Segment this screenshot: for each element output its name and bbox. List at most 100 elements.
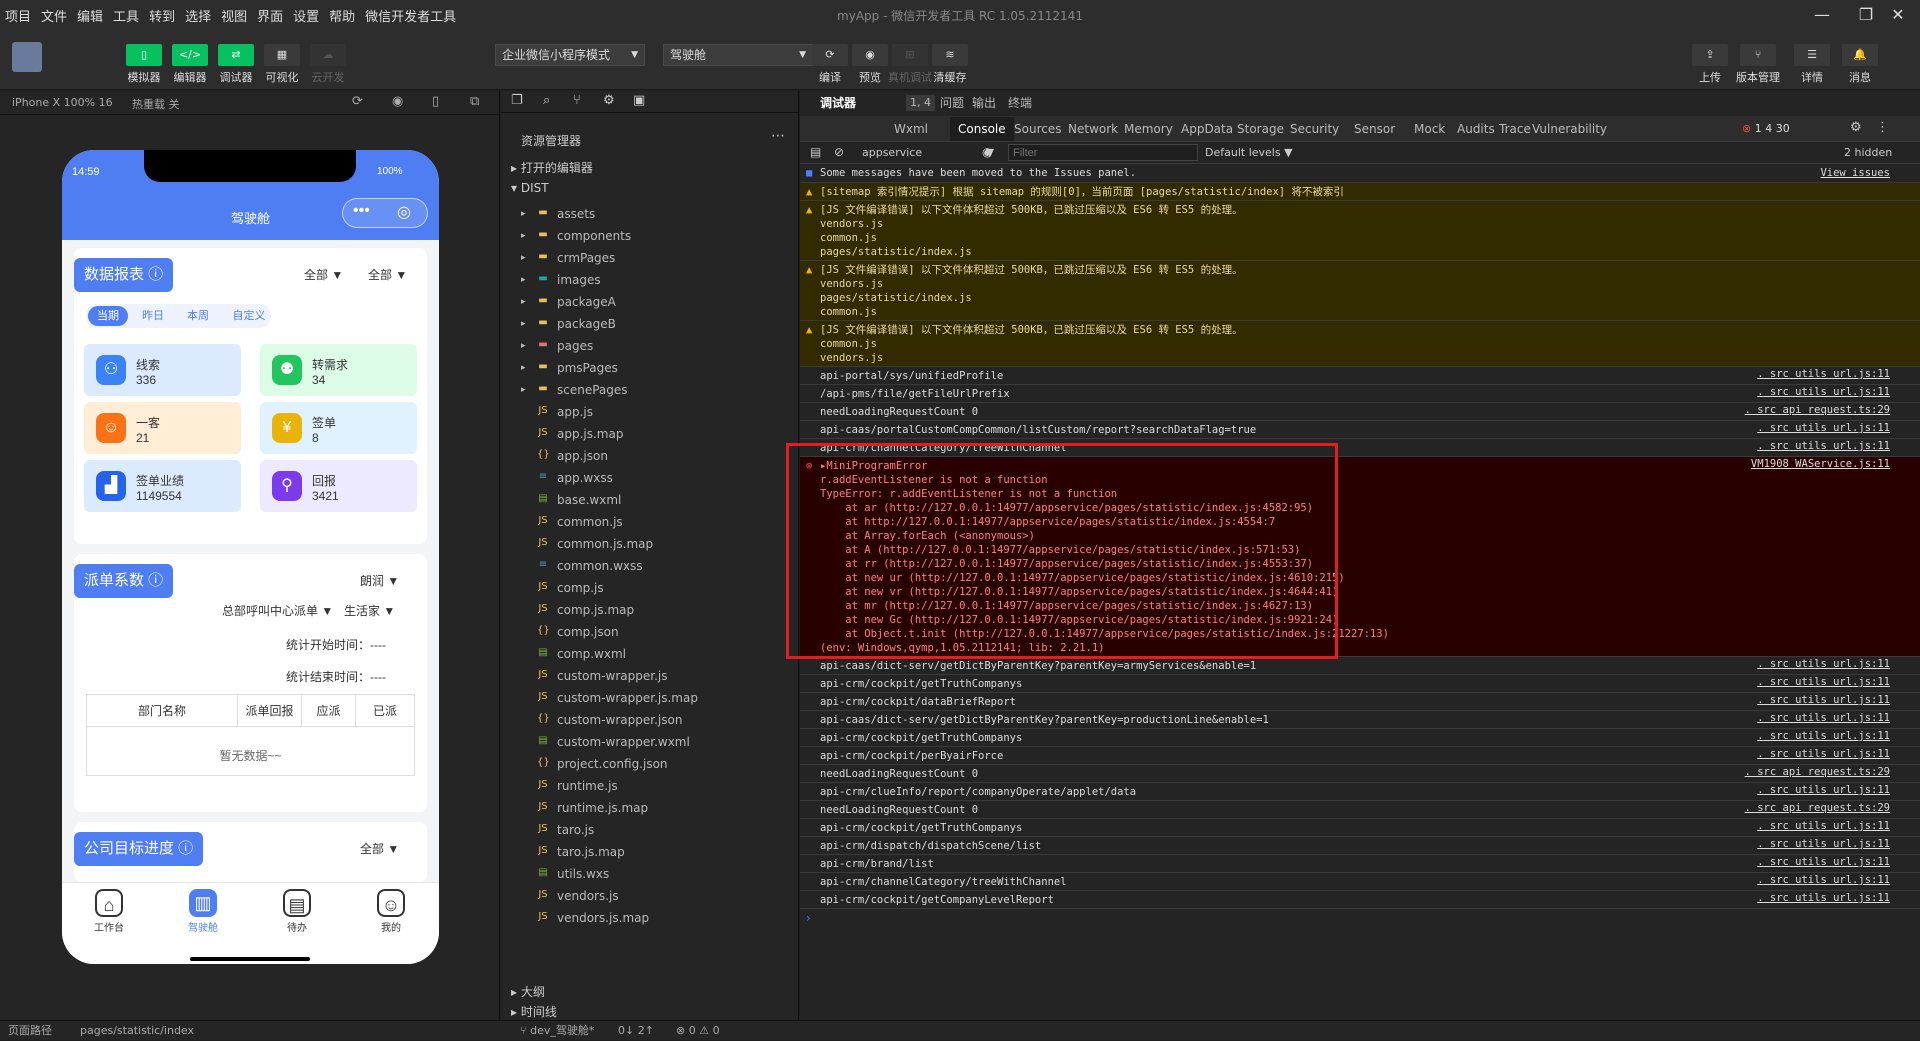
toolbar-messages-button[interactable]: 🔔 消息: [1838, 44, 1882, 85]
toolbar-preview-button[interactable]: ◉ 预览: [848, 44, 892, 85]
period-tab[interactable]: 当期: [88, 306, 128, 326]
file-item[interactable]: JS vendors.js: [501, 885, 799, 907]
kpi-card[interactable]: ☺ 一客 21: [84, 402, 241, 454]
close-window-button[interactable]: ✕: [1876, 0, 1920, 30]
git-branch[interactable]: ⑂ dev_驾驶舱*: [520, 1021, 594, 1041]
menu-item[interactable]: 选择: [180, 6, 216, 25]
source-link[interactable]: . src utils url.js:11: [1757, 747, 1890, 761]
source-link[interactable]: . src utils url.js:11: [1757, 819, 1890, 833]
file-item[interactable]: {} comp.json: [501, 621, 799, 643]
period-tab[interactable]: 昨日: [133, 306, 173, 326]
kpi-card[interactable]: ¥ 签单 8: [260, 402, 417, 454]
period-tab[interactable]: 自定义: [223, 306, 275, 326]
file-item[interactable]: ≡ app.wxss: [501, 467, 799, 489]
devtools-tab-security[interactable]: Security: [1290, 117, 1339, 141]
git-icon[interactable]: ⑂: [573, 93, 581, 108]
menu-item[interactable]: 微信开发者工具: [360, 6, 461, 25]
panel-tab[interactable]: 终端: [1008, 91, 1032, 115]
console-prompt-icon[interactable]: ›: [806, 911, 811, 925]
toolbar-debugger-button[interactable]: ⇄ 调试器: [214, 44, 258, 85]
popout-icon[interactable]: ⧉: [470, 94, 479, 109]
menu-item[interactable]: 项目: [0, 6, 36, 25]
toolbar-upload-button[interactable]: ⇪ 上传: [1688, 44, 1732, 85]
devtools-tab-network[interactable]: Network: [1068, 117, 1118, 141]
source-link[interactable]: . src utils url.js:11: [1757, 421, 1890, 435]
file-item[interactable]: JS vendors.js.map: [501, 907, 799, 929]
kpi-card[interactable]: ⚇ 线索 336: [84, 344, 241, 396]
timeline-section[interactable]: ▸ 时间线: [511, 1003, 557, 1020]
source-link[interactable]: . src api request.ts:29: [1745, 765, 1890, 779]
devtools-tab-vulnerability[interactable]: Vulnerability: [1532, 117, 1607, 141]
toolbar-details-button[interactable]: ☰ 详情: [1790, 44, 1834, 85]
file-item[interactable]: ▤ comp.wxml: [501, 643, 799, 665]
source-link[interactable]: . src utils url.js:11: [1757, 891, 1890, 905]
menu-item[interactable]: 设置: [288, 6, 324, 25]
sync-status[interactable]: 0↓ 2↑: [618, 1021, 654, 1041]
menu-item[interactable]: 帮助: [324, 6, 360, 25]
tabbar-item[interactable]: ⌂ 工作台: [62, 889, 156, 934]
menu-item[interactable]: 视图: [216, 6, 252, 25]
view-issues-link[interactable]: View issues: [1820, 165, 1890, 182]
folder-item[interactable]: ▸ ▬ components: [501, 225, 799, 247]
file-item[interactable]: JS taro.js.map: [501, 841, 799, 863]
toolbar-compile-button[interactable]: ⟳ 编译: [808, 44, 852, 85]
report-filter-2[interactable]: 全部 ▼: [368, 266, 407, 283]
tab-debugger[interactable]: 调试器: [820, 91, 856, 115]
more-icon[interactable]: •••: [353, 197, 370, 225]
file-item[interactable]: {} project.config.json: [501, 753, 799, 775]
file-item[interactable]: JS runtime.js: [501, 775, 799, 797]
dispatch-filter-company[interactable]: 朗润 ▼: [360, 572, 399, 589]
menu-item[interactable]: 文件: [36, 6, 72, 25]
devtools-tab-mock[interactable]: Mock: [1414, 117, 1445, 141]
file-item[interactable]: JS custom-wrapper.js: [501, 665, 799, 687]
file-item[interactable]: JS common.js.map: [501, 533, 799, 555]
devtools-tab-storage[interactable]: Storage: [1237, 117, 1284, 141]
kpi-card[interactable]: ⚲ 回报 3421: [260, 460, 417, 512]
tabbar-item[interactable]: ▥ 驾驶舱: [156, 889, 250, 934]
open-editors[interactable]: ▸ 打开的编辑器: [511, 159, 593, 176]
file-item[interactable]: JS app.js.map: [501, 423, 799, 445]
filter-input[interactable]: [1008, 144, 1198, 161]
folder-item[interactable]: ▸ ▬ scenePages: [501, 379, 799, 401]
panel-tab[interactable]: 输出: [972, 91, 996, 115]
dist-folder[interactable]: ▾ DIST: [511, 181, 549, 195]
folder-item[interactable]: ▸ ▬ pmsPages: [501, 357, 799, 379]
source-link[interactable]: . src utils url.js:11: [1757, 675, 1890, 689]
source-link[interactable]: . src utils url.js:11: [1757, 855, 1890, 869]
folder-item[interactable]: ▸ ▬ crmPages: [501, 247, 799, 269]
toolbar-clear-cache-button[interactable]: ≋ 清缓存: [928, 44, 972, 85]
goal-filter[interactable]: 全部 ▼: [360, 840, 399, 857]
context-select[interactable]: appservice ▼: [862, 146, 994, 159]
close-mini-icon[interactable]: ◎: [397, 199, 411, 227]
sidebar-toggle-icon[interactable]: ▤: [810, 145, 821, 159]
levels-select[interactable]: Default levels ▼: [1205, 146, 1293, 159]
device-select[interactable]: iPhone X 100% 16: [12, 96, 113, 109]
source-link[interactable]: . src utils url.js:11: [1757, 439, 1890, 453]
page-path[interactable]: pages/statistic/index: [80, 1021, 194, 1041]
panel-tab[interactable]: 问题: [940, 91, 964, 115]
period-tab[interactable]: 本周: [178, 306, 218, 326]
file-item[interactable]: ▤ base.wxml: [501, 489, 799, 511]
refresh-icon[interactable]: ⟳: [352, 94, 363, 109]
menu-item[interactable]: 编辑: [72, 6, 108, 25]
eye-icon[interactable]: ◉: [982, 145, 992, 159]
source-link[interactable]: . src utils url.js:11: [1757, 873, 1890, 887]
file-item[interactable]: {} app.json: [501, 445, 799, 467]
toolbar-editor-button[interactable]: </> 编辑器: [168, 44, 212, 85]
debug-icon[interactable]: ⚙: [603, 93, 615, 108]
page-select[interactable]: 驾驶舱 ▼: [663, 44, 813, 66]
file-item[interactable]: ▤ custom-wrapper.wxml: [501, 731, 799, 753]
mode-select[interactable]: 企业微信小程序模式 ▼: [495, 44, 645, 66]
capsule-menu[interactable]: ••• ◎: [342, 198, 428, 228]
toolbar-version-button[interactable]: ⑂ 版本管理: [1736, 44, 1780, 85]
folder-item[interactable]: ▸ ▬ assets: [501, 203, 799, 225]
folder-item[interactable]: ▸ ▬ images: [501, 269, 799, 291]
file-item[interactable]: JS taro.js: [501, 819, 799, 841]
file-item[interactable]: JS comp.js: [501, 577, 799, 599]
source-link[interactable]: . src utils url.js:11: [1757, 837, 1890, 851]
menu-item[interactable]: 工具: [108, 6, 144, 25]
stop-icon[interactable]: ◉: [392, 94, 403, 109]
outline-section[interactable]: ▸ 大纲: [511, 983, 545, 1000]
source-link[interactable]: . src utils url.js:11: [1757, 783, 1890, 797]
devtools-tab-sources[interactable]: Sources: [1014, 117, 1061, 141]
